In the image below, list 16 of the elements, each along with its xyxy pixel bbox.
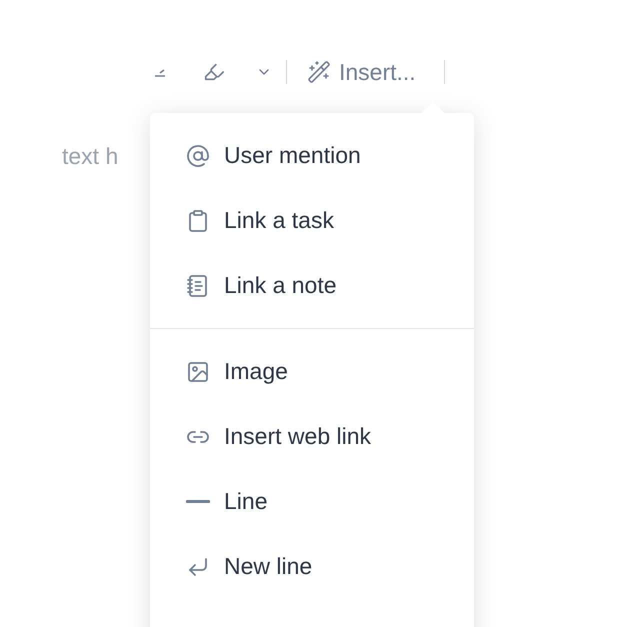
menu-item[interactable]: Link a note	[150, 253, 474, 318]
at-sign-icon	[186, 144, 210, 168]
menu-item[interactable]: Image	[150, 339, 474, 404]
editor-text: text h	[62, 143, 118, 170]
highlighter-icon[interactable]	[202, 61, 226, 83]
notepad-icon	[186, 274, 210, 298]
image-icon	[186, 360, 210, 384]
magic-wand-icon	[307, 60, 331, 84]
insert-button[interactable]: Insert...	[307, 58, 416, 86]
menu-item[interactable]: New line	[150, 534, 474, 599]
line-icon	[186, 500, 210, 503]
menu-item[interactable]: Insert web link	[150, 404, 474, 469]
menu-item[interactable]: User mention	[150, 123, 474, 188]
menu-item[interactable]: Link a task	[150, 188, 474, 253]
menu-item[interactable]: Line	[150, 469, 474, 534]
clipboard-icon	[186, 208, 210, 232]
